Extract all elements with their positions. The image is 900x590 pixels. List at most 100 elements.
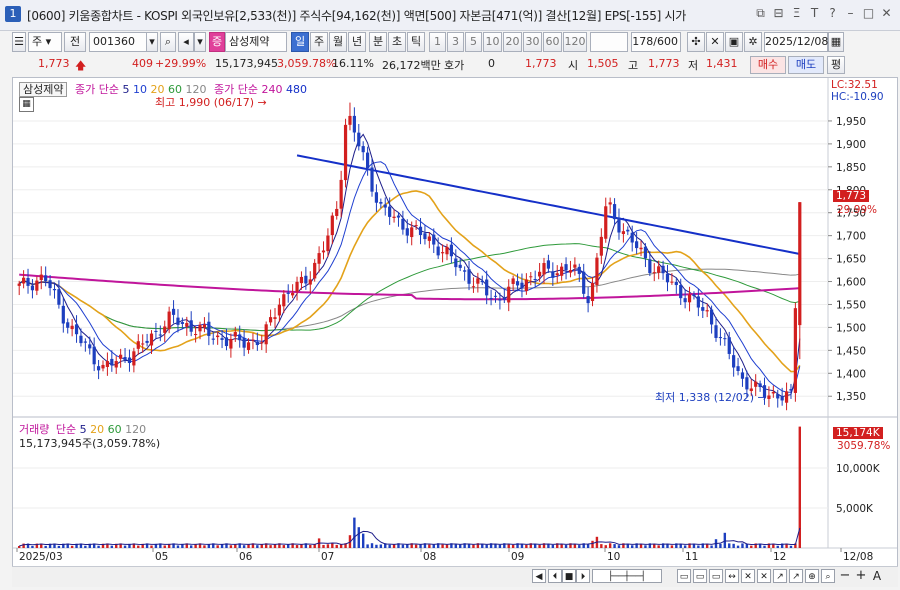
link-icon[interactable]: ⊟: [771, 6, 786, 21]
tool-icon-8[interactable]: ↗: [789, 569, 803, 583]
scroll-first-icon[interactable]: ◀: [532, 569, 546, 583]
tool-icon-7[interactable]: ↗: [773, 569, 787, 583]
chart-area[interactable]: 1,350 1,400 1,450 1,500 1,550 1,600 1,650 1,700…: [12, 77, 898, 577]
tool-icon-6[interactable]: ✕: [757, 569, 771, 583]
last-price-tag: 1,773: [833, 190, 870, 202]
close-icon[interactable]: ✕: [879, 6, 894, 21]
legend-ma-label: 종가 단순: [74, 83, 119, 96]
candle-body: [440, 252, 445, 254]
candle-body: [370, 167, 374, 192]
tool-icon-9[interactable]: ⊕: [805, 569, 819, 583]
zoom-search-icon[interactable]: ⌕: [821, 569, 835, 583]
tool-icon-4[interactable]: ↔: [725, 569, 739, 583]
date-input[interactable]: 2025/12/08: [764, 32, 828, 52]
x-tick-label: 09: [511, 551, 524, 563]
zoom-slider[interactable]: ├──┼──┤: [592, 569, 662, 583]
stock-code-input[interactable]: 001360: [89, 32, 147, 52]
sell-button[interactable]: 매도: [788, 56, 824, 74]
candle-body: [44, 275, 48, 282]
letter-icon[interactable]: Ξ: [789, 6, 804, 21]
chart-toolbar: ☰ 주 ▾ 전 001360 ▾ ⌕ ◂ ▾ 증 삼성제약 일 주 월 년 분 …: [12, 32, 897, 54]
period-second[interactable]: 초: [388, 32, 406, 52]
candle-body: [264, 324, 268, 345]
speaker-dropdown-icon[interactable]: ▾: [194, 32, 206, 52]
candle-body: [110, 358, 114, 366]
period-day[interactable]: 일: [291, 32, 309, 52]
legend-ma10: 10: [132, 83, 147, 96]
scroll-prev-icon[interactable]: ⏴: [548, 569, 562, 583]
interval-10[interactable]: 10: [483, 32, 502, 52]
prev-button[interactable]: 전: [64, 32, 86, 52]
period-year[interactable]: 년: [348, 32, 366, 52]
candle-body: [286, 292, 290, 294]
draw-tool-icon[interactable]: ✕: [706, 32, 724, 52]
volume-tick-label: 10,000K: [836, 463, 881, 475]
search-icon[interactable]: ⌕: [160, 32, 176, 52]
interval-5[interactable]: 5: [465, 32, 482, 52]
interval-120[interactable]: 120: [563, 32, 587, 52]
scale-icon[interactable]: A: [870, 569, 884, 583]
tool-icon-1[interactable]: ▭: [677, 569, 691, 583]
interval-1[interactable]: 1: [429, 32, 446, 52]
candle-body: [771, 391, 775, 394]
candle-body: [436, 246, 440, 256]
y-tick-label: 1,550: [836, 299, 866, 311]
volume-bar: [110, 545, 114, 548]
restore-icon[interactable]: ⧉: [753, 6, 768, 21]
volume-bar: [525, 544, 528, 548]
translate-icon[interactable]: T: [807, 6, 822, 21]
grid-toggle-icon[interactable]: ▦: [19, 97, 34, 112]
data-count-field[interactable]: 178/600: [631, 32, 681, 52]
tool-icon-3[interactable]: ▭: [709, 569, 723, 583]
volume-bar: [392, 544, 396, 548]
interval-20[interactable]: 20: [503, 32, 522, 52]
candle-body: [352, 115, 356, 133]
tool-icon-2[interactable]: ▭: [693, 569, 707, 583]
interval-60[interactable]: 60: [543, 32, 562, 52]
x-tick-label: 08: [423, 551, 436, 563]
period-week[interactable]: 주: [310, 32, 328, 52]
period-minute[interactable]: 분: [369, 32, 387, 52]
low-label: 저: [688, 59, 699, 72]
speaker-icon[interactable]: ◂: [178, 32, 194, 52]
candle-body: [515, 281, 520, 286]
period-tick[interactable]: 틱: [407, 32, 425, 52]
save-icon[interactable]: ▣: [725, 32, 743, 52]
volume-bar: [736, 545, 740, 548]
candle-body: [643, 246, 648, 259]
candle-body: [295, 281, 299, 292]
last-volume-tag: 15,174K: [833, 427, 883, 439]
help-icon[interactable]: ?: [825, 6, 840, 21]
interval-30[interactable]: 30: [523, 32, 542, 52]
period-month[interactable]: 월: [329, 32, 347, 52]
chart-canvas[interactable]: 1,350 1,400 1,450 1,500 1,550 1,600 1,650 1,700…: [13, 78, 897, 566]
code-dropdown-icon[interactable]: ▾: [146, 32, 158, 52]
maximize-icon[interactable]: □: [861, 6, 876, 21]
gear-icon[interactable]: ✲: [744, 32, 762, 52]
legend-stock-name[interactable]: 삼성제약: [19, 82, 68, 97]
crosshair-icon[interactable]: ✣: [687, 32, 705, 52]
calendar-icon[interactable]: ▦: [828, 32, 844, 52]
interval-3[interactable]: 3: [447, 32, 464, 52]
settings-list-icon[interactable]: ☰: [12, 32, 26, 52]
x-tick-label: 12: [773, 551, 786, 563]
minimize-icon[interactable]: –: [843, 6, 858, 21]
volume-bar: [723, 532, 727, 548]
candle-body: [793, 308, 797, 393]
buy-button[interactable]: 매수: [750, 56, 786, 74]
volume-bar: [551, 544, 555, 548]
scroll-next-icon[interactable]: ⏵: [576, 569, 590, 583]
volume-bar: [547, 544, 550, 548]
market-select[interactable]: 주 ▾: [28, 32, 62, 52]
eval-button[interactable]: 평: [827, 56, 845, 74]
stop-icon[interactable]: ■: [562, 569, 576, 583]
candle-body: [767, 395, 771, 399]
candle-body: [485, 279, 489, 296]
candle-body: [454, 258, 458, 268]
custom-interval-input[interactable]: [590, 32, 628, 52]
window-number-badge[interactable]: 1: [5, 6, 21, 22]
volume-value: 15,173,945: [215, 57, 278, 70]
zoom-out-icon[interactable]: −: [838, 569, 852, 583]
tool-icon-5[interactable]: ✕: [741, 569, 755, 583]
zoom-in-icon[interactable]: +: [854, 569, 868, 583]
